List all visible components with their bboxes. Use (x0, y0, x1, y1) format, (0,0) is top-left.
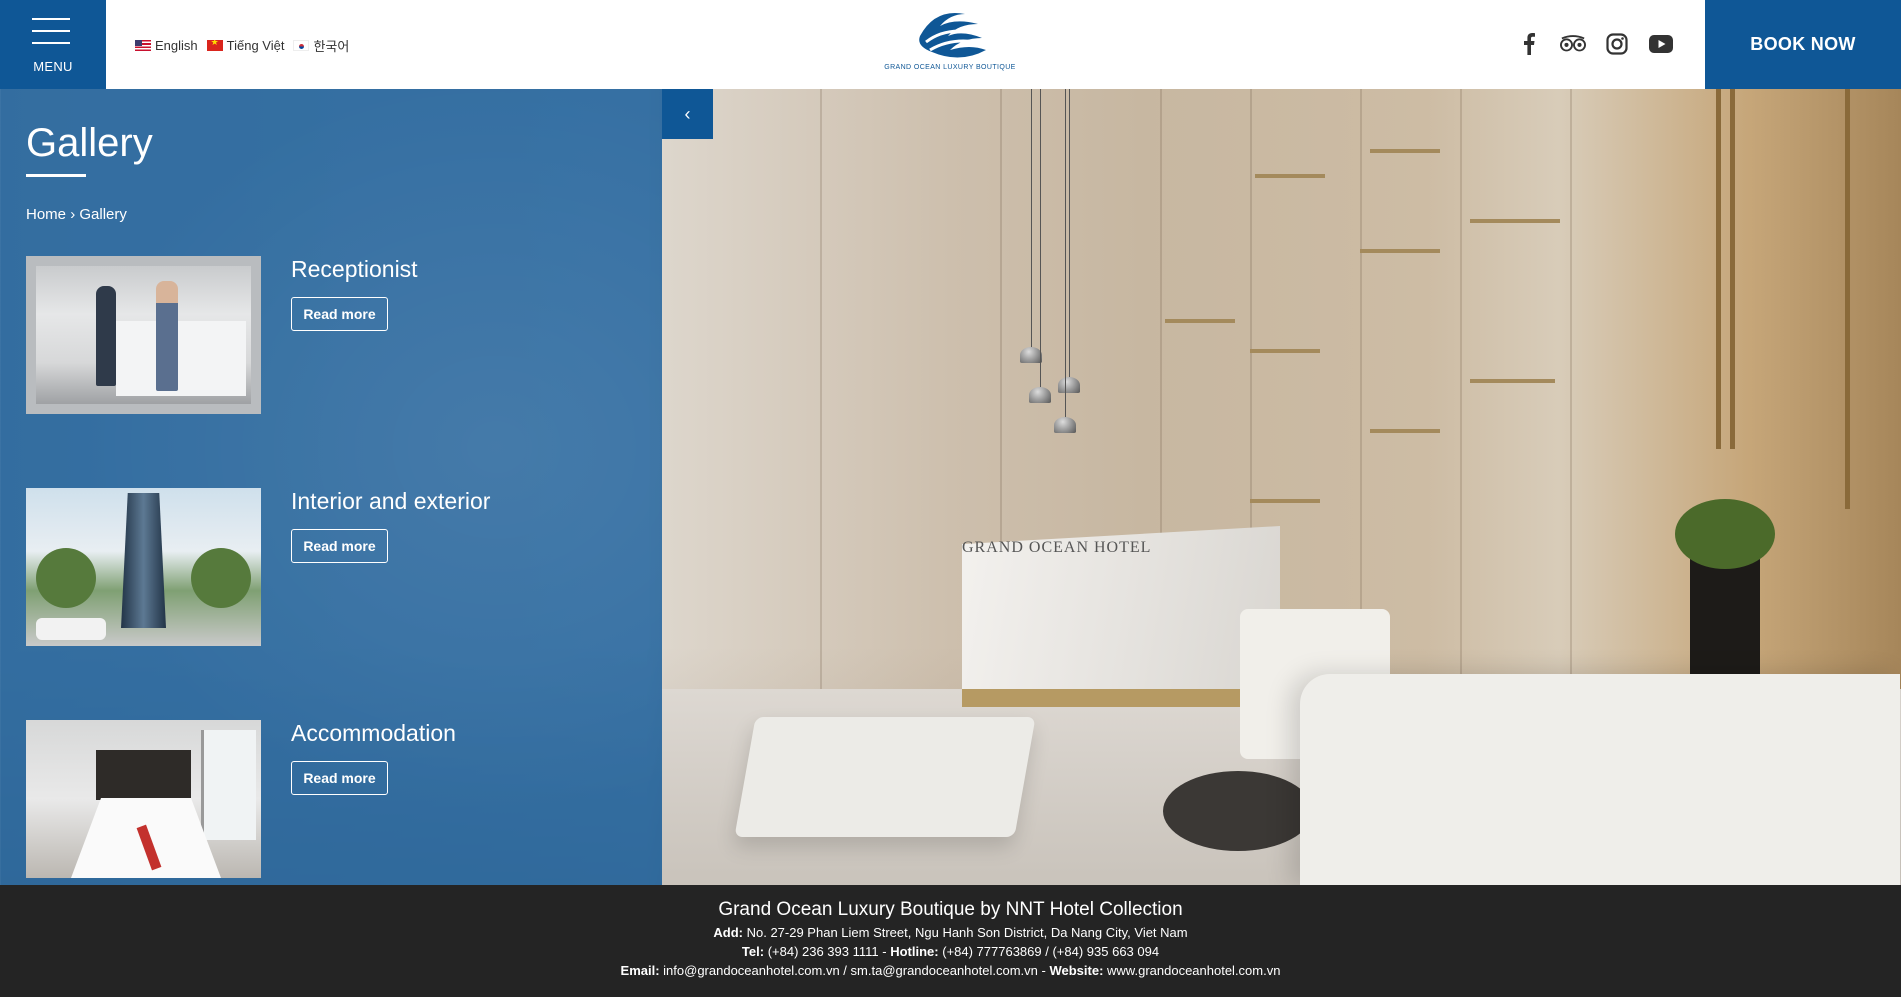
collapse-panel-button[interactable]: ‹ (662, 89, 713, 139)
receptionist-thumbnail[interactable] (26, 256, 261, 414)
language-switcher: English Tiếng Việt 한국어 (135, 36, 349, 55)
page-title: Gallery (26, 121, 153, 165)
gallery-item-interior-exterior: Interior and exterior Read more (26, 488, 626, 646)
lang-english[interactable]: English (135, 36, 198, 55)
lang-english-label: English (155, 38, 198, 53)
desk-sign: GRAND OCEAN HOTEL (962, 539, 1152, 556)
footer-phone: Tel: (+84) 236 393 1111 - Hotline: (+84)… (0, 944, 1901, 959)
site-header: MENU English Tiếng Việt 한국어 GRAND OCEAN … (0, 0, 1901, 89)
footer-address: Add: No. 27-29 Phan Liem Street, Ngu Han… (0, 925, 1901, 940)
email-value[interactable]: info@grandoceanhotel.com.vn / sm.ta@gran… (663, 963, 1038, 978)
menu-button[interactable]: MENU (0, 0, 106, 89)
exterior-thumbnail[interactable] (26, 488, 261, 646)
breadcrumb-current: Gallery (79, 206, 127, 223)
wave-logo-icon (919, 12, 986, 58)
lang-korean[interactable]: 한국어 (293, 36, 349, 55)
site-footer: Grand Ocean Luxury Boutique by NNT Hotel… (0, 885, 1901, 997)
logo-text: GRAND OCEAN LUXURY BOUTIQUE (884, 64, 1016, 71)
facebook-icon[interactable] (1516, 31, 1542, 57)
gallery-item-title[interactable]: Receptionist (291, 256, 418, 283)
breadcrumb-separator: › (70, 206, 76, 223)
title-underline (26, 174, 86, 177)
read-more-button[interactable]: Read more (291, 297, 388, 331)
social-links (1516, 31, 1674, 57)
breadcrumb-home[interactable]: Home (26, 206, 66, 223)
address-value: No. 27-29 Phan Liem Street, Ngu Hanh Son… (746, 925, 1188, 940)
vn-flag-icon (206, 40, 223, 51)
lang-vietnamese-label: Tiếng Việt (226, 38, 285, 53)
address-label: Add: (713, 925, 743, 940)
accommodation-thumbnail[interactable] (26, 720, 261, 878)
gallery-item-title[interactable]: Interior and exterior (291, 488, 490, 515)
gallery-item-receptionist: Receptionist Read more (26, 256, 626, 414)
hotline-label: Hotline: (890, 944, 939, 959)
tel-label: Tel: (741, 944, 765, 959)
read-more-button[interactable]: Read more (291, 529, 388, 563)
site-logo[interactable]: GRAND OCEAN LUXURY BOUTIQUE (880, 6, 1020, 82)
lang-korean-label: 한국어 (313, 39, 350, 54)
gallery-item-title[interactable]: Accommodation (291, 720, 456, 747)
footer-contact: Email: info@grandoceanhotel.com.vn / sm.… (0, 963, 1901, 978)
menu-label: MENU (33, 59, 73, 74)
gallery-item-accommodation: Accommodation Read more (26, 720, 626, 878)
email-label: Email: (620, 963, 660, 978)
hotline-value[interactable]: (+84) 777763869 / (+84) 935 663 094 (942, 944, 1159, 959)
lang-vietnamese[interactable]: Tiếng Việt (206, 36, 285, 55)
kr-flag-icon (293, 40, 310, 51)
youtube-icon[interactable] (1648, 31, 1674, 57)
book-now-button[interactable]: BOOK NOW (1705, 0, 1901, 89)
tripadvisor-icon[interactable] (1560, 31, 1586, 57)
read-more-button[interactable]: Read more (291, 761, 388, 795)
us-flag-icon (135, 40, 151, 51)
gallery-panel: Gallery Home › Gallery Receptionist Read… (0, 89, 662, 885)
website-link[interactable]: www.grandoceanhotel.com.vn (1107, 963, 1280, 978)
footer-title: Grand Ocean Luxury Boutique by NNT Hotel… (718, 899, 1183, 920)
website-label: Website: (1049, 963, 1104, 978)
instagram-icon[interactable] (1604, 31, 1630, 57)
chevron-left-icon: ‹ (684, 103, 691, 124)
breadcrumb: Home › Gallery (26, 206, 127, 223)
hamburger-icon (32, 18, 70, 54)
tel-value[interactable]: (+84) 236 393 1111 (768, 944, 879, 959)
